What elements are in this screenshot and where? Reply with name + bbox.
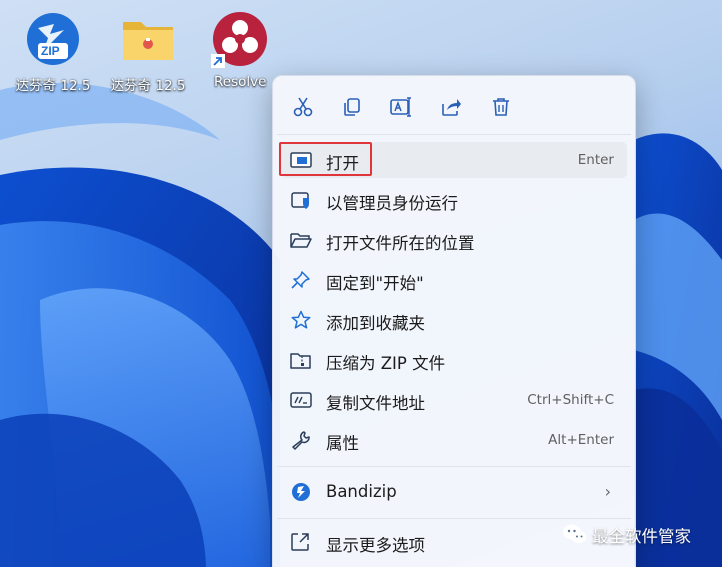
star-icon [290,310,312,330]
annotation-highlight-box [279,142,372,176]
menu-item-run-as-admin[interactable]: 以管理员身份运行 [281,182,627,218]
scissors-icon [293,97,313,117]
more-options-icon [290,532,312,552]
menu-item-label: Bandizip [326,482,397,501]
copy-button[interactable] [337,92,367,122]
desktop-icon-label: 达芬奇 12.5 [110,78,186,94]
zip-badge-text: ZIP [41,44,60,58]
folder-icon [119,10,177,68]
davinci-resolve-icon [211,10,269,68]
quick-action-bar [273,76,633,136]
wrench-icon [290,430,312,450]
share-button[interactable] [436,92,466,122]
zip-archive-icon: ZIP [24,10,82,68]
menu-item-shortcut: Alt+Enter [548,432,614,448]
desktop-icon-label: 达芬奇 12.5 [15,78,91,94]
cut-button[interactable] [288,92,318,122]
menu-item-bandizip[interactable]: Bandizip › [281,474,627,510]
menu-item-compress-zip[interactable]: 压缩为 ZIP 文件 [281,342,627,378]
chevron-right-icon: › [604,482,611,501]
shortcut-arrow-icon [211,54,225,68]
path-icon [290,390,312,410]
menu-separator [277,466,631,467]
menu-item-properties[interactable]: 属性 Alt+Enter [281,422,627,458]
menu-item-shortcut: Ctrl+Shift+C [527,392,614,408]
menu-item-label: 打开文件所在的位置 [326,234,475,253]
menu-item-label: 添加到收藏夹 [326,314,425,333]
menu-item-label: 复制文件地址 [326,394,425,413]
bandizip-icon [290,482,312,502]
wechat-icon [563,524,587,543]
pin-icon [290,270,312,290]
menu-item-label: 属性 [326,434,359,453]
menu-item-add-to-favorites[interactable]: 添加到收藏夹 [281,302,627,338]
menu-separator [277,134,631,135]
desktop-icon-bandizip-archive[interactable]: ZIP 达芬奇 12.5 [11,8,95,94]
menu-item-shortcut: Enter [577,152,614,168]
folder-open-icon [290,230,312,250]
menu-item-pin-to-start[interactable]: 固定到"开始" [281,262,627,298]
menu-item-label: 固定到"开始" [326,274,424,293]
menu-separator [277,518,631,519]
share-icon [442,99,461,116]
delete-button[interactable] [486,92,516,122]
menu-item-open-file-location[interactable]: 打开文件所在的位置 [281,222,627,258]
rename-button[interactable] [386,92,416,122]
watermark-text: 最全软件管家 [592,527,691,546]
menu-item-copy-path[interactable]: 复制文件地址 Ctrl+Shift+C [281,382,627,418]
rename-icon [390,97,411,117]
menu-item-label: 压缩为 ZIP 文件 [326,354,446,373]
menu-item-label: 显示更多选项 [326,536,425,555]
menu-item-label: 以管理员身份运行 [326,194,458,213]
desktop-icon-resolve[interactable]: Resolve [198,8,282,94]
desktop-icon-folder[interactable]: 达芬奇 12.5 [106,8,190,94]
zip-folder-icon [290,350,312,370]
trash-icon [493,98,509,116]
shield-icon [290,190,312,210]
copy-icon [344,98,360,116]
